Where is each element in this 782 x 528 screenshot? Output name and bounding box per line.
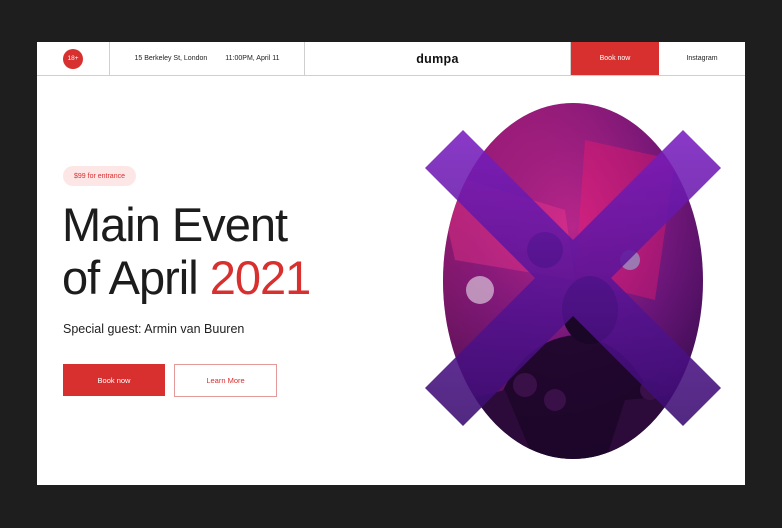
age-restriction-cell: 18+ <box>37 42 110 75</box>
nav-book-now-button[interactable]: Book now <box>571 42 659 75</box>
top-navigation-bar: 18+ 15 Berkeley St, London 11:00PM, Apri… <box>37 42 745 76</box>
event-info-cell: 15 Berkeley St, London 11:00PM, April 11 <box>110 42 305 75</box>
hero-title-line2-prefix: of April <box>62 251 210 304</box>
hero-title-line2: of April 2021 <box>62 251 312 304</box>
concert-crowd-photo <box>425 103 721 459</box>
event-datetime: 11:00PM, April 11 <box>225 55 280 62</box>
book-now-button[interactable]: Book now <box>63 364 165 396</box>
site-logo[interactable]: dumpa <box>305 42 571 75</box>
venue-address: 15 Berkeley St, London <box>134 55 208 62</box>
special-guest-text: Special guest: Armin van Buuren <box>63 322 245 336</box>
instagram-link[interactable]: Instagram <box>659 42 745 75</box>
hero-title-line1: Main Event <box>62 198 288 251</box>
hero-title-year: 2021 <box>209 251 312 304</box>
landing-page: 18+ 15 Berkeley St, London 11:00PM, Apri… <box>37 42 745 485</box>
age-restriction-badge: 18+ <box>63 48 83 69</box>
learn-more-button[interactable]: Learn More <box>174 364 277 397</box>
hero-title: Main Event of April 2021 <box>62 198 312 304</box>
price-pill: $99 for entrance <box>63 166 136 186</box>
